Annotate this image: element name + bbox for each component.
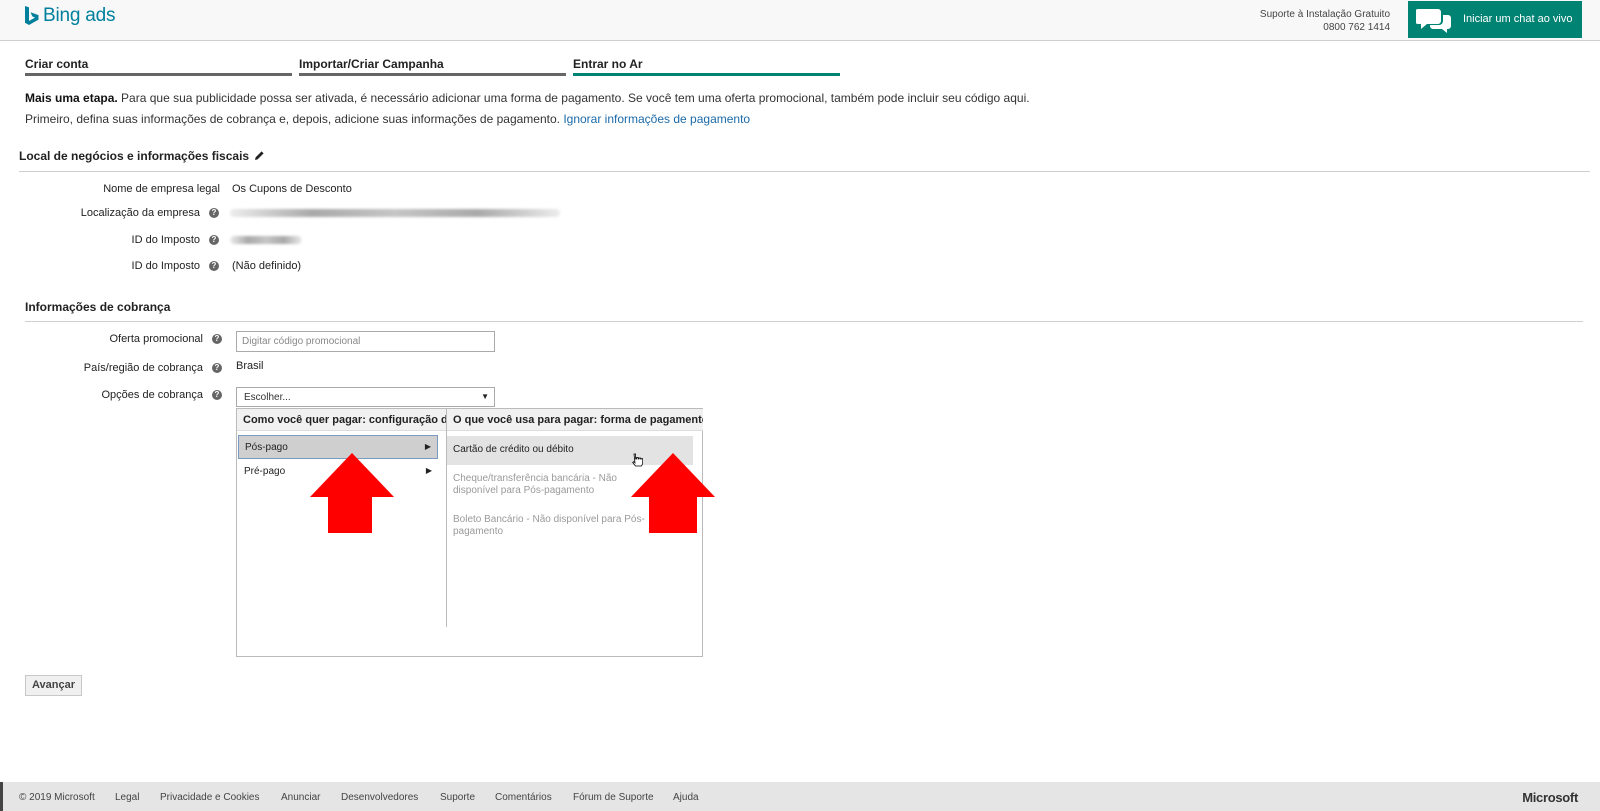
footer-link-support[interactable]: Suporte — [440, 792, 475, 803]
select-value: Escolher... — [244, 392, 291, 403]
submenu-arrow-icon: ▶ — [424, 442, 431, 451]
company-location-label: Localização da empresa — [80, 207, 200, 219]
billing-options-label: Opções de cobrança — [101, 389, 203, 401]
help-icon[interactable]: ? — [212, 363, 222, 373]
tax-id-label-2: ID do Imposto — [131, 260, 200, 272]
billing-options-select[interactable]: Escolher... ▼ — [236, 387, 495, 407]
company-name-value: Os Cupons de Desconto — [232, 183, 352, 195]
bing-logo-icon — [25, 6, 39, 25]
intro-second-paragraph: Primeiro, defina suas informações de cob… — [25, 112, 750, 126]
red-arrow-up-icon — [310, 453, 394, 533]
redacted-tax-id — [230, 236, 302, 244]
step-go-live: Entrar no Ar — [573, 56, 840, 76]
submenu-arrow-icon: ▶ — [425, 466, 432, 475]
red-arrow-up-icon — [631, 453, 715, 533]
chat-bubbles-icon — [1416, 9, 1451, 33]
option-bank-transfer: Cheque/transferência bancária - Não disp… — [453, 473, 617, 496]
promo-code-input[interactable] — [236, 331, 495, 352]
divider — [25, 321, 1583, 322]
business-title-text: Local de negócios e informações fiscais — [19, 149, 250, 163]
footer-link-advertise[interactable]: Anunciar — [281, 792, 320, 803]
option-label: Pré-pago — [244, 466, 286, 477]
support-label: Suporte à Instalação Gratuito — [1259, 9, 1390, 20]
step-import-campaign: Importar/Criar Campanha — [299, 56, 566, 76]
footer-link-forum[interactable]: Fórum de Suporte — [573, 792, 654, 803]
help-icon[interactable]: ? — [209, 235, 219, 245]
footer-link-help[interactable]: Ajuda — [673, 792, 699, 803]
footer: © 2019 Microsoft Legal Privacidade e Coo… — [0, 782, 1600, 811]
payment-method-header: O que você usa para pagar: forma de paga… — [447, 409, 703, 431]
footer-link-feedback[interactable]: Comentários — [495, 792, 552, 803]
company-name-label: Nome de empresa legal — [103, 183, 220, 195]
top-header: Bing ads Suporte à Instalação Gratuito 0… — [0, 0, 1600, 41]
bing-ads-logo[interactable]: Bing ads — [24, 5, 116, 27]
support-info: Suporte à Instalação Gratuito 0800 762 1… — [1260, 8, 1390, 34]
help-icon[interactable]: ? — [209, 261, 219, 271]
payment-setup-header: Como você quer pagar: configuração de pa… — [237, 409, 446, 431]
intro-text: Para que sua publicidade possa ser ativa… — [117, 91, 1030, 105]
help-icon[interactable]: ? — [209, 208, 219, 218]
tax-id-value: (Não definido) — [232, 260, 302, 272]
divider — [19, 171, 1590, 172]
redacted-location — [230, 209, 560, 217]
billing-section-title: Informações de cobrança — [25, 300, 171, 314]
tax-id-label: ID do Imposto — [131, 234, 200, 246]
copyright: © 2019 Microsoft — [19, 792, 95, 803]
footer-link-developers[interactable]: Desenvolvedores — [341, 792, 418, 803]
business-section-title: Local de negócios e informações fiscais — [19, 149, 265, 163]
intro-bold: Mais uma etapa. — [25, 91, 118, 105]
intro-text-2: Primeiro, defina suas informações de cob… — [25, 112, 564, 126]
step-create-account: Criar conta — [25, 56, 292, 76]
skip-payment-link[interactable]: Ignorar informações de pagamento — [563, 112, 750, 126]
help-icon[interactable]: ? — [212, 390, 222, 400]
logo-text: Bing ads — [43, 5, 116, 26]
help-icon[interactable]: ? — [212, 334, 222, 344]
live-chat-button[interactable]: Iniciar um chat ao vivo — [1408, 1, 1582, 38]
option-boleto: Boleto Bancário - Não disponível para Pó… — [453, 514, 645, 537]
support-phone: 0800 762 1414 — [1323, 22, 1390, 33]
chat-label: Iniciar um chat ao vivo — [1463, 13, 1573, 25]
footer-link-legal[interactable]: Legal — [115, 792, 139, 803]
intro-paragraph: Mais uma etapa. Para que sua publicidade… — [25, 91, 1030, 105]
edit-pencil-icon[interactable] — [254, 150, 265, 161]
footer-link-privacy[interactable]: Privacidade e Cookies — [160, 792, 260, 803]
country-label: País/região de cobrança — [83, 362, 203, 374]
option-label: Pós-pago — [245, 442, 288, 453]
microsoft-logo[interactable]: Microsoft — [1522, 790, 1578, 805]
promo-label: Oferta promocional — [109, 333, 203, 345]
country-value: Brasil — [236, 360, 264, 372]
dropdown-caret-icon: ▼ — [481, 392, 489, 401]
next-button[interactable]: Avançar — [25, 675, 82, 696]
